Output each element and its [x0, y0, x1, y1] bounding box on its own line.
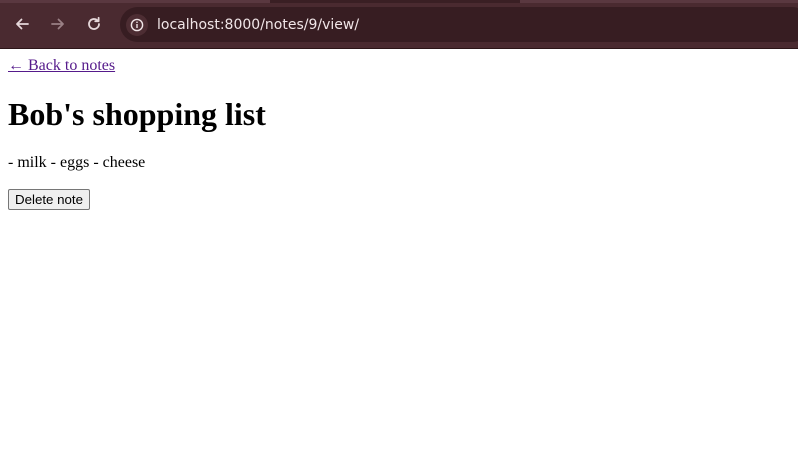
- info-icon: [130, 18, 144, 31]
- browser-toolbar: localhost:8000/notes/9/view/: [0, 0, 798, 49]
- arrow-left-icon: [16, 18, 29, 30]
- delete-note-button[interactable]: Delete note: [8, 189, 91, 210]
- tab-strip-left: [0, 0, 270, 3]
- note-body: - milk - eggs - cheese: [8, 154, 146, 171]
- tab-strip-right: [520, 0, 798, 3]
- back-button[interactable]: [10, 12, 34, 36]
- toolbar-divider: [0, 48, 798, 49]
- back-to-notes-link[interactable]: ← Back to notes: [8, 57, 115, 75]
- reload-icon: [88, 16, 100, 30]
- reload-button[interactable]: [82, 12, 106, 36]
- address-bar[interactable]: localhost:8000/notes/9/view/: [120, 7, 798, 42]
- arrow-right-icon: [51, 18, 64, 30]
- forward-button[interactable]: [46, 12, 70, 36]
- url-text[interactable]: localhost:8000/notes/9/view/: [157, 17, 359, 33]
- page-content: ← Back to notes Bob's shopping list - mi…: [0, 48, 798, 210]
- note-title: Bob's shopping list: [8, 96, 266, 132]
- site-info-button[interactable]: [126, 13, 148, 36]
